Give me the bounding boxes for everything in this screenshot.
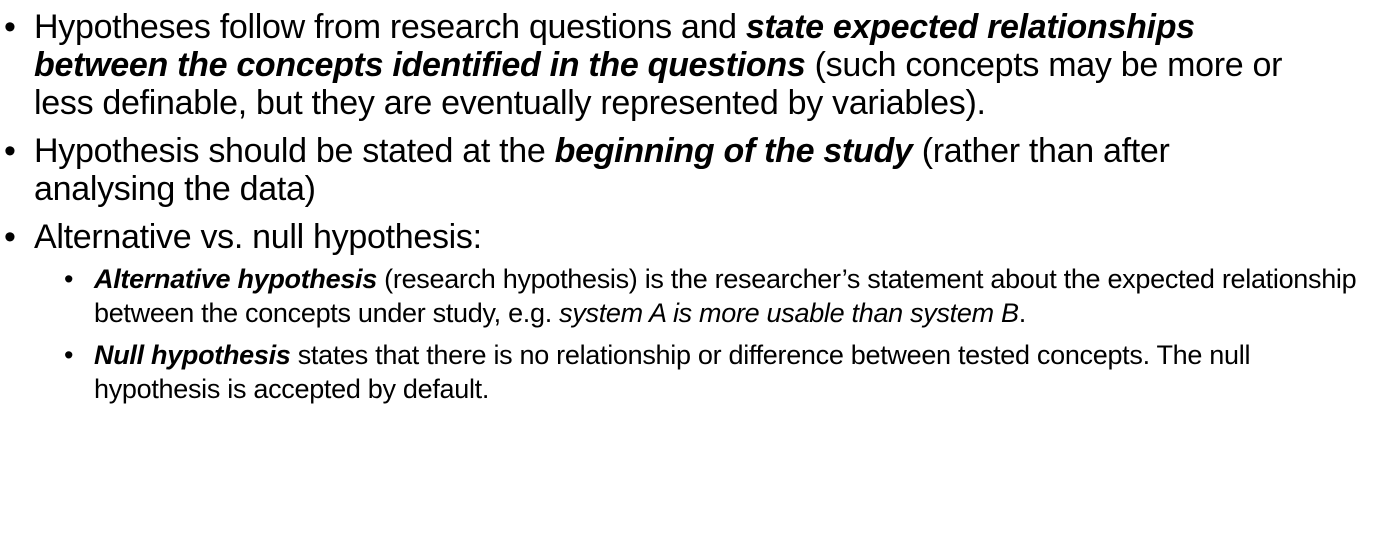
bullet-icon: • — [4, 8, 16, 46]
example: system A is more usable than system B — [559, 298, 1019, 328]
emphasis: beginning of the study — [554, 132, 913, 170]
bullet-icon: • — [4, 218, 16, 256]
text: . — [1018, 298, 1027, 328]
bullet-stated-at-beginning: • Hypothesis should be stated at the beg… — [0, 132, 1284, 208]
bullet-icon: • — [64, 264, 74, 294]
text: Hypotheses follow from research question… — [34, 8, 746, 46]
bullet-list: • Hypotheses follow from research questi… — [0, 8, 1374, 414]
emphasis: Alternative hypothesis — [94, 264, 377, 294]
sub-bullet-null: • Null hypothesis states that there is n… — [64, 338, 1364, 406]
text: Alternative vs. null hypothesis: — [34, 218, 482, 256]
bullet-hypotheses-follow: • Hypotheses follow from research questi… — [0, 8, 1284, 122]
emphasis: Null hypothesis — [94, 340, 291, 370]
bullet-icon: • — [64, 340, 74, 370]
text: Hypothesis should be stated at the — [34, 132, 555, 170]
bullet-icon: • — [4, 132, 16, 170]
sub-bullet-alternative: • Alternative hypothesis (research hypot… — [64, 262, 1364, 330]
bullet-alternative-vs-null: • Alternative vs. null hypothesis: — [0, 218, 1284, 256]
